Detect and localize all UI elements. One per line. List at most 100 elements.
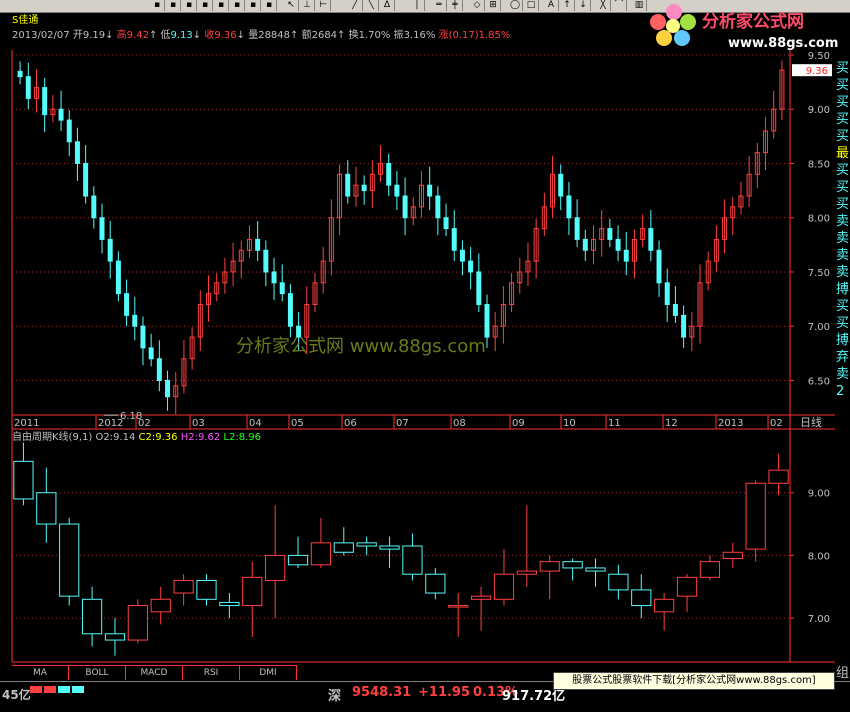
draw-tool-button[interactable]: ⌒ (612, 0, 627, 11)
price-candle (255, 238, 261, 251)
price-candle (263, 249, 269, 273)
draw-tool-button[interactable]: ∆ (380, 0, 395, 11)
price-candle (378, 162, 384, 175)
draw-tool-button[interactable]: ⊞ (486, 0, 501, 11)
price-candle (746, 173, 752, 197)
side-signal-text: 买 (836, 316, 849, 331)
price-candle (550, 173, 556, 208)
draw-tool-button[interactable]: ╪ (448, 0, 463, 11)
draw-tool-button[interactable]: ╲ (364, 0, 379, 11)
price-candle (173, 385, 179, 398)
price-candle (615, 238, 621, 251)
price-candle (599, 228, 605, 240)
draw-tool-button[interactable]: ⊢ (316, 0, 331, 11)
price-candle (124, 293, 130, 316)
quote-info-line: 2013/02/07 开9.19↓ 高9.42↑ 低9.13↓ 收9.36↓ 量… (12, 30, 511, 41)
price-candle (476, 271, 482, 306)
status-left-value: 45亿 (2, 688, 31, 702)
price-candle (287, 293, 293, 327)
price-candle (148, 347, 154, 360)
indicator-candle (13, 460, 34, 500)
draw-tool-button[interactable]: ⊥ (300, 0, 315, 11)
price-tick-label: 8.00 (808, 214, 830, 225)
draw-tool-button[interactable]: ◇ (470, 0, 485, 11)
price-tick-label: 9.00 (808, 105, 830, 116)
draw-tool-button[interactable]: ╳ (596, 0, 611, 11)
flower-icon (650, 4, 696, 46)
price-candle (771, 108, 777, 132)
draw-tool-button[interactable]: │ (410, 0, 425, 11)
tool-button[interactable]: ▪ (166, 0, 181, 11)
indicator-candle (631, 589, 652, 607)
date-tick-label: 03 (192, 418, 205, 429)
draw-tool-button[interactable]: □ (524, 0, 539, 11)
tab-ma[interactable]: MA (12, 665, 69, 680)
price-candle (631, 238, 637, 262)
indicator-name: 自由周期K线(9,1) (12, 432, 93, 443)
side-signal-text: 弃 (836, 350, 849, 365)
open-value: 9.19 (82, 30, 106, 41)
o2-value: 9.14 (113, 432, 136, 443)
side-signal-text: 搏 (836, 281, 849, 297)
indicator-candle (493, 573, 515, 600)
h2-value: 9.62 (197, 432, 221, 443)
text-tool-button[interactable]: A (544, 0, 559, 11)
chart-grid (12, 54, 790, 619)
svg-text:分析家公式网: 分析家公式网 (702, 11, 804, 32)
tool-button[interactable]: ▪ (246, 0, 261, 11)
draw-tool-button[interactable]: ═ (432, 0, 447, 11)
price-candle (394, 184, 400, 197)
quote-date: 2013/02/07 (12, 30, 70, 41)
price-candle (763, 130, 769, 154)
price-candle (410, 206, 416, 219)
price-candle (25, 76, 31, 99)
tab-boll[interactable]: BOLL (69, 665, 126, 680)
draw-tool-button[interactable]: ╱ (348, 0, 363, 11)
indicator-candle (768, 469, 789, 484)
price-candle (271, 271, 277, 284)
arrow-down-icon[interactable]: ↓ (576, 0, 591, 11)
price-candle (140, 325, 146, 349)
date-tick-label: 12 (665, 418, 678, 429)
c2-value: 9.36 (155, 432, 178, 443)
indicator-candle-series (13, 442, 789, 656)
price-tick-label: 8.50 (808, 159, 830, 170)
price-candle (17, 70, 23, 78)
indicator-candle (539, 561, 560, 572)
price-candle (246, 238, 252, 251)
tab-macd[interactable]: MACD (126, 665, 183, 680)
price-candle (664, 282, 670, 306)
index-change: +11.95 (418, 685, 471, 700)
price-candle (189, 336, 195, 360)
indicator-candle (196, 579, 217, 600)
tool-button[interactable]: ▪ (214, 0, 229, 11)
tool-button[interactable]: ▪ (182, 0, 197, 11)
side-signal-text: 买 (836, 163, 849, 178)
price-candle (320, 260, 326, 284)
last-price-tag (792, 64, 832, 77)
tool-button[interactable]: ▪ (230, 0, 245, 11)
price-candle (312, 282, 318, 306)
price-candle (222, 271, 228, 284)
price-candle (369, 173, 375, 192)
price-candle (705, 260, 711, 284)
date-tick-label: 2012 (98, 418, 123, 429)
tool-button[interactable]: ▪ (150, 0, 165, 11)
date-tick-label: 11 (608, 418, 621, 429)
tab-rsi[interactable]: RSI (183, 665, 240, 680)
draw-tool-button[interactable]: ▥ (632, 0, 647, 11)
arrow-up-icon[interactable]: ↑ (560, 0, 575, 11)
price-candle (623, 249, 629, 262)
main-candle-series (17, 60, 785, 415)
indicator-candle (81, 598, 103, 635)
side-signal-text: 卖 (836, 248, 849, 263)
draw-tool-button[interactable]: ◯ (508, 0, 523, 11)
pointer-icon[interactable]: ↖ (284, 0, 299, 11)
right-edge-char: 组 (836, 666, 850, 681)
indicator-candle (585, 567, 606, 572)
tool-button[interactable]: ▪ (262, 0, 277, 11)
price-candle (681, 314, 687, 338)
promo-banner[interactable]: 股票公式股票软件下载[分析家公式网www.88gs.com] (553, 672, 835, 690)
tool-button[interactable]: ▪ (198, 0, 213, 11)
tab-dmi[interactable]: DMI (240, 665, 297, 680)
